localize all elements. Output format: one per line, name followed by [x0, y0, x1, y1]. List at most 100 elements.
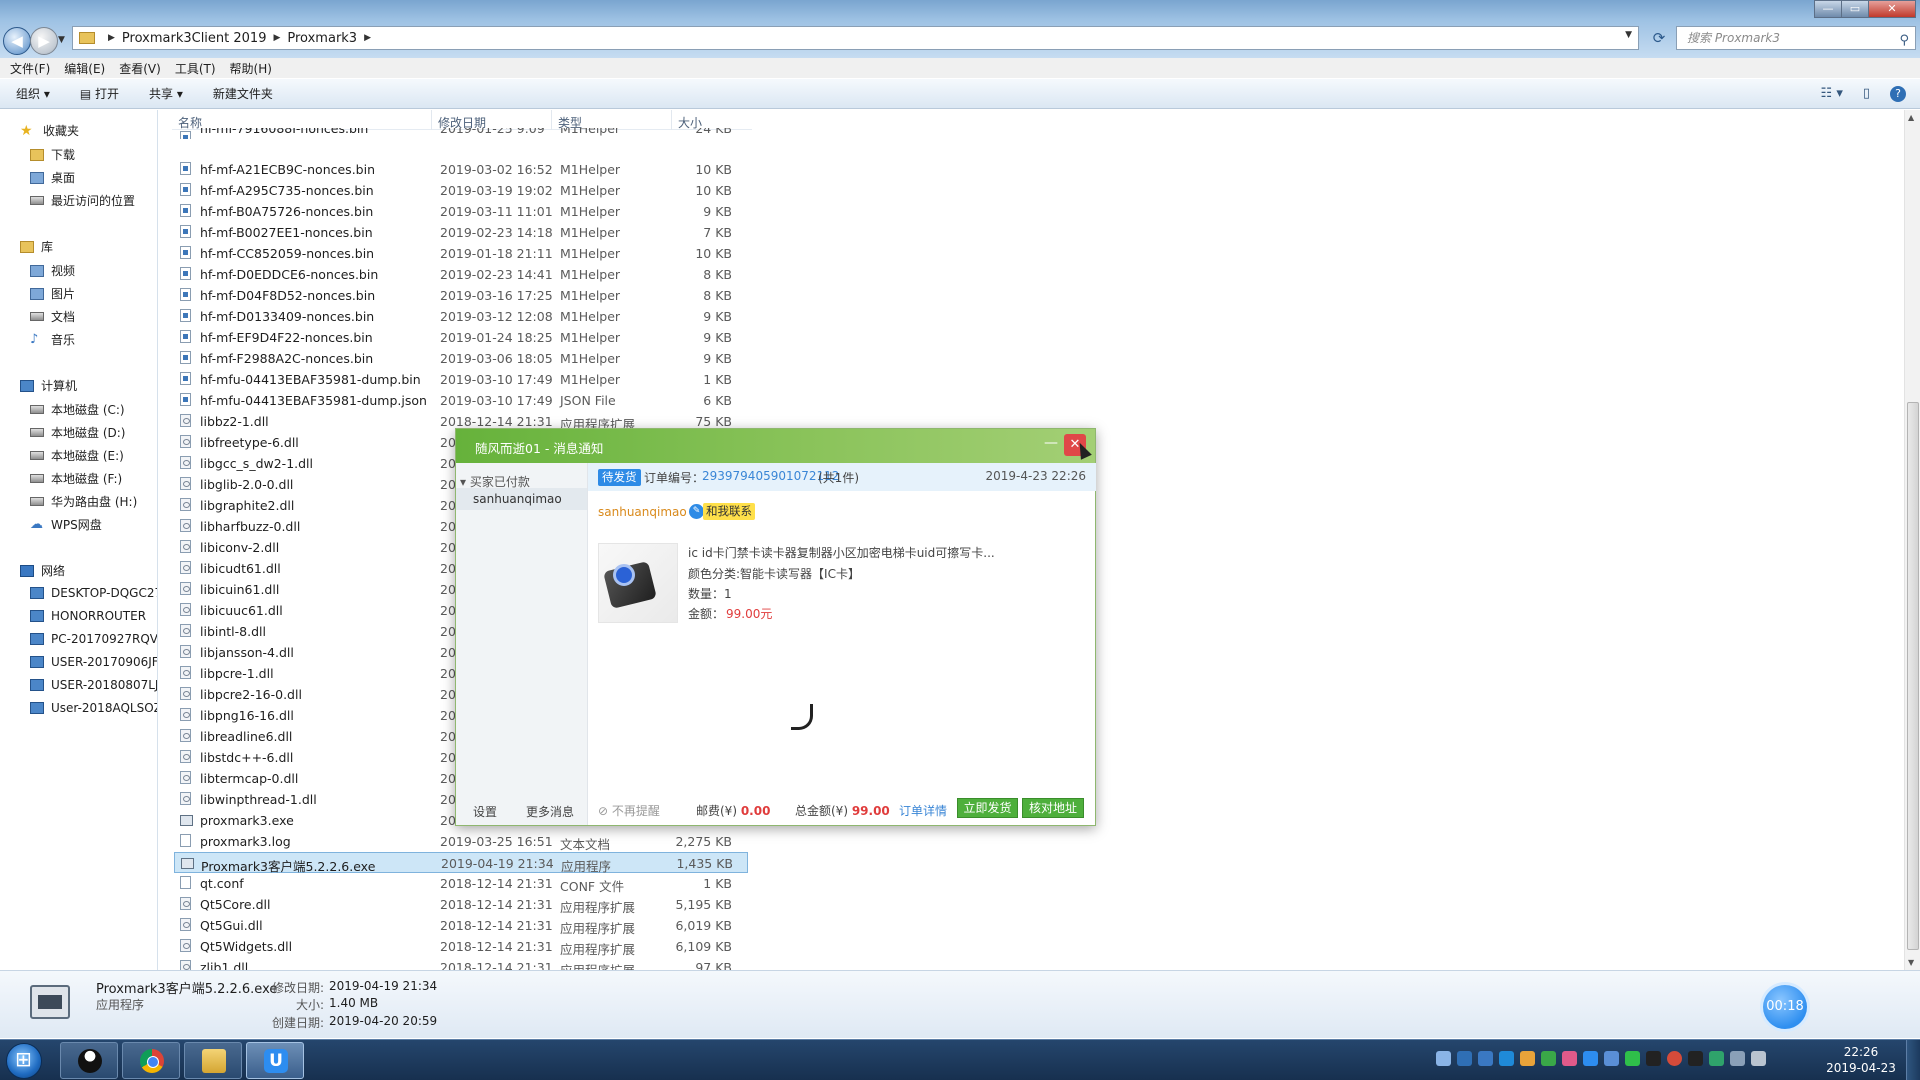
- search-input[interactable]: 搜索 Proxmark3 ⚲: [1676, 26, 1916, 50]
- taskbar-explorer[interactable]: [184, 1042, 242, 1079]
- file-row[interactable]: Qt5Core.dll 2018-12-14 21:31 应用程序扩展 5,195 K…: [174, 894, 748, 915]
- address-dropdown[interactable]: ▼: [1625, 30, 1632, 40]
- tray-icon[interactable]: [1457, 1051, 1472, 1066]
- nav-item-host[interactable]: PC-20170927RQVA: [30, 632, 157, 646]
- more-messages-link[interactable]: 更多消息: [526, 803, 574, 820]
- nav-libraries[interactable]: 库: [20, 238, 53, 255]
- organize-button[interactable]: 组织 ▾: [16, 85, 50, 102]
- address-bar[interactable]: ▶ Proxmark3Client 2019 ▶ Proxmark3 ▶ ▼: [72, 26, 1639, 50]
- file-row[interactable]: qt.conf 2018-12-14 21:31 CONF 文件 1 KB: [174, 873, 748, 894]
- chat-icon[interactable]: ✎: [689, 504, 704, 519]
- menu-tools[interactable]: 工具(T): [175, 60, 216, 77]
- nav-item-desktop[interactable]: 桌面: [30, 169, 75, 186]
- scroll-up-icon[interactable]: ▲: [1908, 113, 1914, 122]
- nav-item-host[interactable]: HONORROUTER: [30, 609, 146, 623]
- tray-icon[interactable]: [1751, 1051, 1766, 1066]
- open-button[interactable]: ▤ 打开: [80, 85, 119, 102]
- minimize-button[interactable]: —: [1814, 0, 1842, 18]
- file-row[interactable]: Proxmark3客户端5.2.2.6.exe 2019-04-19 21:34 应…: [174, 852, 748, 874]
- maximize-button[interactable]: ▭: [1841, 0, 1869, 18]
- file-row[interactable]: hf-mfu-04413EBAF35981-dump.bin 2019-03-10…: [174, 369, 748, 390]
- nav-item-host[interactable]: USER-20170906JF: [30, 655, 157, 669]
- tray-icon[interactable]: [1541, 1051, 1556, 1066]
- start-button[interactable]: [6, 1043, 42, 1079]
- file-row[interactable]: hf-mf-A295C735-nonces.bin 2019-03-19 19:0…: [174, 180, 748, 201]
- tray-icon[interactable]: [1604, 1051, 1619, 1066]
- nav-favorites[interactable]: ★ 收藏夹: [20, 122, 79, 139]
- file-row[interactable]: hf-mf-7916088I-nonces.bin 2019-01-25 9:09…: [174, 128, 748, 139]
- nav-item-videos[interactable]: 视频: [30, 262, 75, 279]
- order-detail-link[interactable]: 订单详情: [899, 802, 947, 819]
- menu-view[interactable]: 查看(V): [119, 60, 161, 77]
- search-icon[interactable]: ⚲: [1899, 30, 1909, 52]
- timer-badge[interactable]: 00:18: [1763, 985, 1807, 1029]
- tray-icon[interactable]: [1478, 1051, 1493, 1066]
- file-row[interactable]: hf-mf-D0EDDCE6-nonces.bin 2019-02-23 14:4…: [174, 264, 748, 285]
- share-button[interactable]: 共享 ▾: [149, 85, 183, 102]
- tray-icon[interactable]: [1646, 1051, 1661, 1066]
- show-desktop-button[interactable]: [1906, 1040, 1920, 1080]
- nav-item-pictures[interactable]: 图片: [30, 285, 75, 302]
- nav-item-drive-c[interactable]: 本地磁盘 (C:): [30, 401, 125, 418]
- buyer-name[interactable]: sanhuanqimao: [598, 505, 687, 519]
- ship-now-button[interactable]: 立即发货: [957, 798, 1018, 818]
- contact-me-button[interactable]: 和我联系: [703, 503, 755, 520]
- no-remind-toggle[interactable]: ⊘ 不再提醒: [598, 802, 660, 819]
- nav-network[interactable]: 网络: [20, 562, 65, 579]
- nav-item-host[interactable]: DESKTOP-DQGC27: [30, 586, 157, 600]
- file-row[interactable]: hf-mfu-04413EBAF35981-dump.json 2019-03-1…: [174, 390, 748, 411]
- product-image[interactable]: [598, 543, 813, 730]
- nav-item-downloads[interactable]: 下载: [30, 146, 75, 163]
- forward-button[interactable]: ▶: [30, 27, 58, 55]
- view-options-icon[interactable]: ☷ ▾: [1821, 86, 1843, 102]
- file-row[interactable]: proxmark3.log 2019-03-25 16:51 文本文档 2,275 K…: [174, 831, 748, 852]
- nav-item-drive-d[interactable]: 本地磁盘 (D:): [30, 424, 125, 441]
- help-icon[interactable]: ?: [1890, 86, 1906, 102]
- column-divider[interactable]: [431, 110, 432, 130]
- column-divider[interactable]: [551, 110, 552, 130]
- nav-item-wps[interactable]: ☁ WPS网盘: [30, 516, 102, 533]
- popup-header[interactable]: 随风而逝01 - 消息通知 — ✕: [456, 429, 1095, 463]
- file-row[interactable]: hf-mf-CC852059-nonces.bin 2019-01-18 21:1…: [174, 243, 748, 264]
- menu-help[interactable]: 帮助(H): [230, 60, 272, 77]
- tray-icon[interactable]: [1520, 1051, 1535, 1066]
- refresh-button[interactable]: ⟳: [1648, 27, 1670, 49]
- close-button[interactable]: ✕: [1868, 0, 1916, 18]
- taskbar-browser[interactable]: [122, 1042, 180, 1079]
- nav-item-music[interactable]: ♪ 音乐: [30, 331, 75, 348]
- tray-icon[interactable]: [1499, 1051, 1514, 1066]
- scroll-down-icon[interactable]: ▼: [1908, 958, 1914, 967]
- nav-item-recent[interactable]: 最近访问的位置: [30, 192, 135, 209]
- preview-pane-icon[interactable]: ▯: [1863, 86, 1870, 102]
- breadcrumb-item[interactable]: Proxmark3: [287, 31, 357, 46]
- nav-item-host[interactable]: USER-20180807LJ: [30, 678, 157, 692]
- file-row[interactable]: hf-mf-D04F8D52-nonces.bin 2019-03-16 17:2…: [174, 285, 748, 306]
- buyer-list-item[interactable]: sanhuanqimao: [456, 488, 587, 510]
- tray-icon[interactable]: [1730, 1051, 1745, 1066]
- menu-file[interactable]: 文件(F): [10, 60, 50, 77]
- settings-link[interactable]: 设置: [473, 803, 497, 820]
- file-row[interactable]: hf-mf-D0133409-nonces.bin 2019-03-12 12:0…: [174, 306, 748, 327]
- menu-edit[interactable]: 编辑(E): [64, 60, 105, 77]
- nav-item-drive-f[interactable]: 本地磁盘 (F:): [30, 470, 122, 487]
- tray-icon[interactable]: [1562, 1051, 1577, 1066]
- popup-minimize-button[interactable]: —: [1044, 435, 1058, 451]
- taskbar-app[interactable]: U: [246, 1042, 304, 1079]
- file-row[interactable]: hf-mf-B0027EE1-nonces.bin 2019-02-23 14:1…: [174, 222, 748, 243]
- file-row[interactable]: hf-mf-B0A75726-nonces.bin 2019-03-11 11:0…: [174, 201, 748, 222]
- nav-item-documents[interactable]: 文档: [30, 308, 75, 325]
- nav-item-host[interactable]: User-2018AQLSOZ: [30, 701, 157, 715]
- nav-item-drive-h[interactable]: 华为路由盘 (H:): [30, 493, 137, 510]
- column-divider[interactable]: [671, 110, 672, 130]
- verify-address-button[interactable]: 核对地址: [1022, 798, 1084, 818]
- file-row[interactable]: hf-mf-A21ECB9C-nonces.bin 2019-03-02 16:5…: [174, 159, 748, 180]
- file-row[interactable]: Qt5Widgets.dll 2018-12-14 21:31 应用程序扩展 6,10…: [174, 936, 748, 957]
- new-folder-button[interactable]: 新建文件夹: [213, 85, 273, 102]
- nav-computer[interactable]: 计算机: [20, 377, 77, 394]
- taskbar-qq[interactable]: [60, 1042, 118, 1079]
- file-row[interactable]: hf-mf-EF9D4F22-nonces.bin 2019-01-24 18:2…: [174, 327, 748, 348]
- tray-icon[interactable]: [1688, 1051, 1703, 1066]
- tray-icon[interactable]: [1583, 1051, 1598, 1066]
- tray-icon[interactable]: [1625, 1051, 1640, 1066]
- file-row[interactable]: Qt5Gui.dll 2018-12-14 21:31 应用程序扩展 6,019 KB: [174, 915, 748, 936]
